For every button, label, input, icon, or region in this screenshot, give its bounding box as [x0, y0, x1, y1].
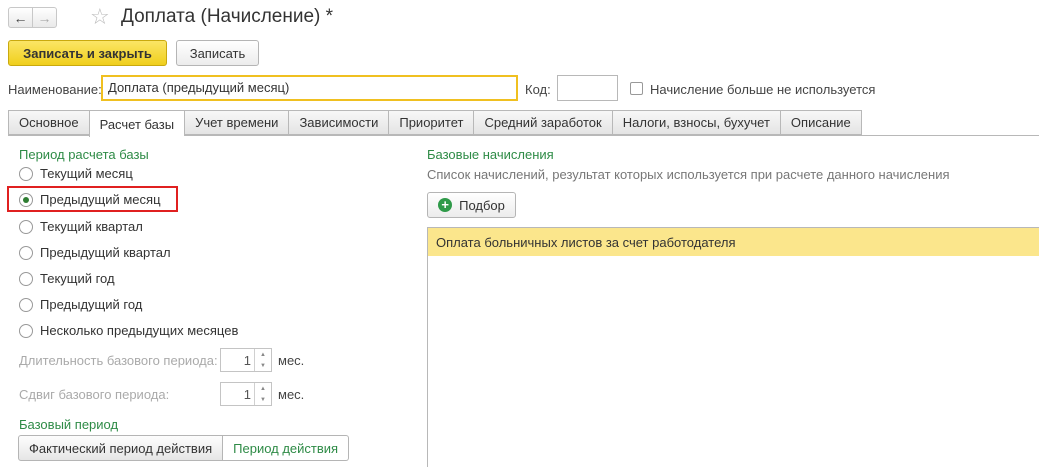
name-value: Доплата (предыдущий месяц) — [108, 80, 290, 95]
tab-main[interactable]: Основное — [8, 110, 89, 135]
radio-label: Текущий месяц — [40, 166, 133, 181]
save-button[interactable]: Записать — [176, 40, 259, 66]
duration-label: Длительность базового периода: — [19, 353, 218, 368]
code-input[interactable] — [557, 75, 618, 101]
tab-taxes[interactable]: Налоги, взносы, бухучет — [611, 110, 780, 135]
shift-label: Сдвиг базового периода: — [19, 387, 170, 402]
tab-strip: Основное Расчет базы Учет времени Зависи… — [8, 110, 862, 137]
radio-previous-year[interactable]: Предыдущий год — [19, 297, 142, 312]
radio-label: Текущий квартал — [40, 219, 143, 234]
shift-stepper[interactable]: 1 ▲ ▼ — [220, 382, 272, 406]
name-input[interactable]: Доплата (предыдущий месяц) — [101, 75, 518, 101]
name-label: Наименование: — [8, 82, 102, 97]
stepper-arrows-icon[interactable]: ▲ ▼ — [254, 349, 271, 371]
unused-label: Начисление больше не используется — [650, 82, 876, 97]
arrow-right-icon: → — [37, 9, 52, 26]
radio-label: Несколько предыдущих месяцев — [40, 323, 239, 338]
radio-circle — [19, 219, 33, 234]
duration-unit: мес. — [278, 353, 305, 368]
radio-circle — [19, 245, 33, 260]
window-title: Доплата (Начисление) * — [121, 6, 334, 27]
unused-checkbox[interactable] — [630, 82, 643, 95]
duration-stepper[interactable]: 1 ▲ ▼ — [220, 348, 272, 372]
radio-label: Предыдущий квартал — [40, 245, 171, 260]
base-accruals-title: Базовые начисления — [427, 147, 554, 162]
radio-current-year[interactable]: Текущий год — [19, 271, 115, 286]
list-item[interactable]: Оплата больничных листов за счет работод… — [428, 228, 1039, 256]
favorite-star-icon[interactable]: ☆ — [90, 4, 110, 30]
radio-circle — [19, 271, 33, 286]
radio-current-month[interactable]: Текущий месяц — [19, 166, 133, 181]
tab-time-accounting[interactable]: Учет времени — [184, 110, 289, 135]
period-of-action-button[interactable]: Период действия — [223, 435, 350, 461]
radio-circle — [19, 166, 33, 181]
back-button[interactable]: ← — [8, 7, 33, 28]
base-accruals-hint: Список начислений, результат которых исп… — [427, 167, 950, 182]
radio-previous-quarter[interactable]: Предыдущий квартал — [19, 245, 171, 260]
radio-circle — [19, 323, 33, 338]
radio-circle — [19, 297, 33, 312]
base-period-selector: Фактический период действия Период дейст… — [18, 435, 350, 461]
tab-description[interactable]: Описание — [779, 110, 862, 135]
shift-unit: мес. — [278, 387, 305, 402]
tab-average-earnings[interactable]: Средний заработок — [473, 110, 612, 135]
radio-current-quarter[interactable]: Текущий квартал — [19, 219, 143, 234]
code-label: Код: — [525, 82, 551, 97]
list-item-label: Оплата больничных листов за счет работод… — [436, 234, 736, 250]
arrow-left-icon: ← — [13, 9, 28, 26]
forward-button[interactable]: → — [32, 7, 57, 28]
actual-period-button[interactable]: Фактический период действия — [18, 435, 224, 461]
duration-value: 1 — [243, 353, 251, 368]
base-accruals-list[interactable]: Оплата больничных листов за счет работод… — [427, 227, 1039, 467]
annotation-highlight-box — [7, 186, 178, 212]
save-and-close-button[interactable]: Записать и закрыть — [8, 40, 167, 66]
tab-priority[interactable]: Приоритет — [388, 110, 474, 135]
shift-value: 1 — [243, 387, 251, 402]
plus-circle-icon: + — [438, 198, 453, 212]
stepper-arrows-icon[interactable]: ▲ ▼ — [254, 383, 271, 405]
radio-several-previous-months[interactable]: Несколько предыдущих месяцев — [19, 323, 238, 338]
tab-base-calculation[interactable]: Расчет базы — [88, 110, 185, 137]
period-group-title: Период расчета базы — [19, 147, 149, 162]
tab-dependencies[interactable]: Зависимости — [288, 110, 389, 135]
radio-label: Текущий год — [40, 271, 115, 286]
radio-label: Предыдущий год — [40, 297, 143, 312]
pick-label: Подбор — [459, 197, 505, 213]
base-period-title: Базовый период — [19, 417, 119, 432]
pick-button[interactable]: + Подбор — [427, 192, 516, 218]
